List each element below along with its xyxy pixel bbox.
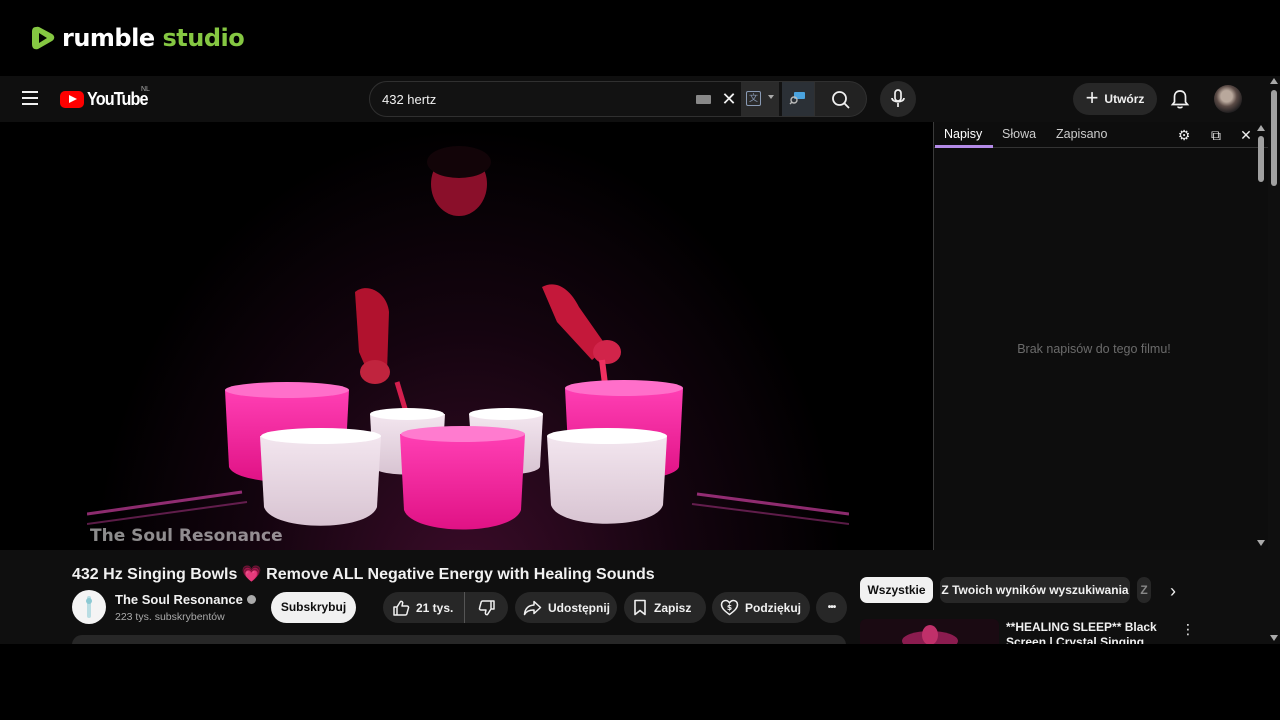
clear-search-icon[interactable]: ✕ <box>720 90 738 108</box>
video-frame-image <box>86 146 850 530</box>
scrollbar-thumb[interactable] <box>1258 136 1264 182</box>
description-box[interactable] <box>72 635 846 644</box>
youtube-play-icon <box>60 91 84 108</box>
notifications-button[interactable] <box>1166 85 1194 113</box>
chip-from-search[interactable]: Z Twoich wyników wyszukiwania <box>940 577 1130 603</box>
chip-partial[interactable]: Z <box>1137 577 1151 603</box>
svg-text:$: $ <box>727 603 732 612</box>
share-button[interactable]: Udostępnij <box>515 592 617 623</box>
close-icon[interactable]: ✕ <box>1238 127 1254 143</box>
gear-icon[interactable]: ⚙ <box>1176 127 1192 143</box>
popout-icon[interactable]: ⧉ <box>1208 127 1224 143</box>
related-video-title[interactable]: **HEALING SLEEP** Black Screen | Crystal… <box>1006 620 1176 644</box>
create-label: Utwórz <box>1104 92 1145 106</box>
scrollbar-thumb[interactable] <box>1271 90 1277 186</box>
channel-logo-image <box>86 596 92 618</box>
transcript-scrollbar[interactable] <box>1255 122 1267 550</box>
bell-icon <box>1170 90 1190 109</box>
studio-brand-word: studio <box>162 24 245 52</box>
video-title: 432 Hz Singing Bowls 💗 Remove ALL Negati… <box>72 566 655 583</box>
rumble-studio-logo[interactable]: rumble studio <box>30 24 245 52</box>
captions-search-icon <box>789 92 805 105</box>
heart-dollar-icon: $ <box>720 599 739 616</box>
rumble-brand-word: rumble <box>62 24 155 52</box>
tab-captions[interactable]: Napisy <box>944 127 982 141</box>
translate-extension-button[interactable]: 文 <box>741 82 779 116</box>
scroll-up-arrow[interactable] <box>1257 125 1265 131</box>
search-button[interactable] <box>815 81 867 117</box>
more-dots-icon: ••• <box>827 602 836 613</box>
search-icon <box>832 91 850 109</box>
tab-words[interactable]: Słowa <box>1002 127 1036 141</box>
rumble-studio-header: rumble studio <box>0 0 1280 76</box>
create-button[interactable]: + Utwórz <box>1073 83 1157 115</box>
share-icon <box>523 600 542 615</box>
translate-icon: 文 <box>746 91 761 106</box>
save-label: Zapisz <box>654 600 692 615</box>
scroll-down-arrow[interactable] <box>1270 635 1278 641</box>
search-box: ✕ 文 <box>369 81 815 117</box>
like-count: 21 tys. <box>416 600 454 615</box>
thanks-button[interactable]: $ Podziękuj <box>712 592 810 623</box>
thumbs-up-icon <box>393 600 410 616</box>
thanks-label: Podziękuj <box>745 600 802 615</box>
share-label: Udostępnij <box>548 600 610 615</box>
save-button[interactable]: Zapisz <box>624 592 706 623</box>
captions-search-button[interactable] <box>782 82 814 116</box>
like-button[interactable]: 21 tys. <box>383 592 465 623</box>
microphone-icon <box>891 89 905 107</box>
video-watermark: The Soul Resonance <box>90 526 283 546</box>
chevron-right-icon[interactable]: › <box>1160 578 1186 604</box>
channel-avatar[interactable] <box>72 590 106 624</box>
transcript-tabs: Napisy Słowa Zapisano ⚙ ⧉ ✕ <box>934 122 1269 148</box>
youtube-masthead: YouTube NL ✕ 文 <box>0 76 1268 122</box>
video-player[interactable]: The Soul Resonance <box>0 122 933 550</box>
region-code: NL <box>141 86 150 93</box>
subscriber-count: 223 tys. subskrybentów <box>115 611 225 623</box>
related-video-thumbnail[interactable] <box>860 619 999 644</box>
more-actions-button[interactable]: ••• <box>816 592 847 623</box>
channel-name: The Soul Resonance <box>115 592 243 607</box>
plus-icon: + <box>1085 85 1099 110</box>
voice-search-button[interactable] <box>880 81 916 117</box>
letterbox-bottom <box>0 644 1280 720</box>
dislike-button[interactable] <box>465 592 508 623</box>
chevron-down-icon <box>768 95 774 99</box>
page-scrollbar[interactable] <box>1268 76 1280 644</box>
thumbs-down-icon <box>478 599 495 615</box>
verified-badge-icon <box>246 595 256 604</box>
transcript-panel: Napisy Słowa Zapisano ⚙ ⧉ ✕ Brak napisów… <box>933 122 1269 550</box>
rumble-play-icon <box>32 26 55 50</box>
scroll-down-arrow[interactable] <box>1257 540 1265 546</box>
youtube-wordmark: YouTube <box>87 89 148 109</box>
like-dislike-group: 21 tys. <box>383 592 508 623</box>
thumbnail-image <box>902 625 958 644</box>
vertical-dots-menu-icon[interactable]: ⋮ <box>1180 621 1196 637</box>
search-input[interactable] <box>382 89 682 109</box>
active-tab-indicator <box>935 145 993 148</box>
tab-saved[interactable]: Zapisano <box>1056 127 1107 141</box>
bookmark-icon <box>634 599 646 616</box>
video-frame <box>86 122 850 550</box>
channel-name-link[interactable]: The Soul Resonance <box>115 592 256 607</box>
hamburger-menu-icon[interactable] <box>22 91 38 105</box>
subscribe-button[interactable]: Subskrybuj <box>271 592 356 623</box>
account-avatar[interactable] <box>1214 85 1242 113</box>
no-captions-message: Brak napisów do tego filmu! <box>1017 342 1171 356</box>
scroll-up-arrow[interactable] <box>1270 78 1278 84</box>
chip-all[interactable]: Wszystkie <box>860 577 933 603</box>
youtube-window: YouTube NL ✕ 文 <box>0 76 1280 644</box>
keyboard-icon[interactable] <box>696 95 711 104</box>
